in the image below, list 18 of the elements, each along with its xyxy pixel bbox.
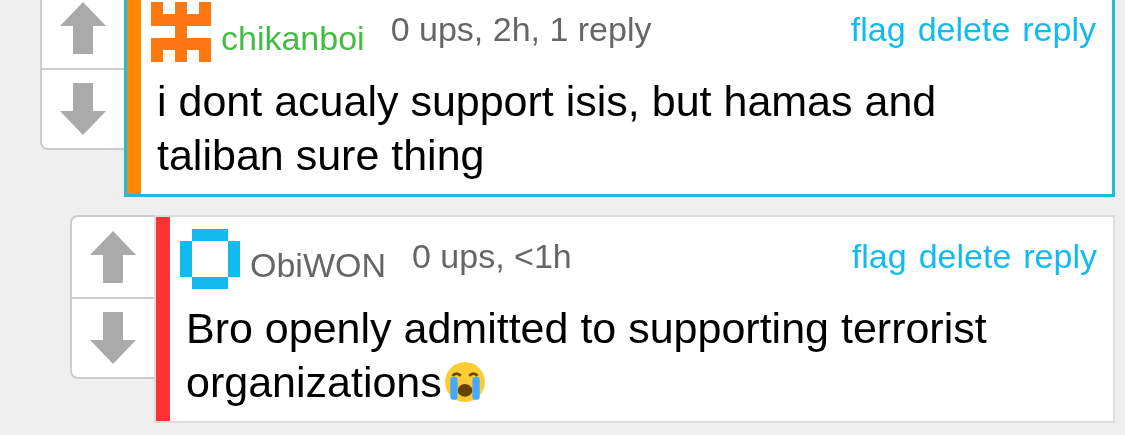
username-link[interactable]: chikanboi <box>221 18 365 58</box>
comment-meta: 0 ups, 2h, 1 reply <box>390 9 652 49</box>
action-link[interactable]: reply <box>1023 236 1097 276</box>
comment-text: i dont acualy support isis, but hamas and taliban sure thing <box>157 76 938 181</box>
up-arrow-icon <box>90 231 136 283</box>
up-arrow-icon <box>60 2 106 54</box>
down-arrow-icon <box>90 312 136 364</box>
action-link[interactable]: flag <box>850 9 906 49</box>
avatar-icon[interactable] <box>151 2 211 62</box>
avatar-icon[interactable] <box>180 229 240 289</box>
action-link[interactable]: reply <box>1022 9 1096 49</box>
action-link[interactable]: delete <box>917 9 1011 49</box>
action-link[interactable]: delete <box>918 236 1012 276</box>
comment-text: Bro openly admitted to supporting terrorist organizations <box>186 303 988 408</box>
action-link[interactable]: flag <box>851 236 907 276</box>
username-link[interactable]: ObiWON <box>250 245 386 285</box>
comment-meta: 0 ups, <1h <box>412 236 572 276</box>
down-arrow-icon <box>60 83 106 135</box>
